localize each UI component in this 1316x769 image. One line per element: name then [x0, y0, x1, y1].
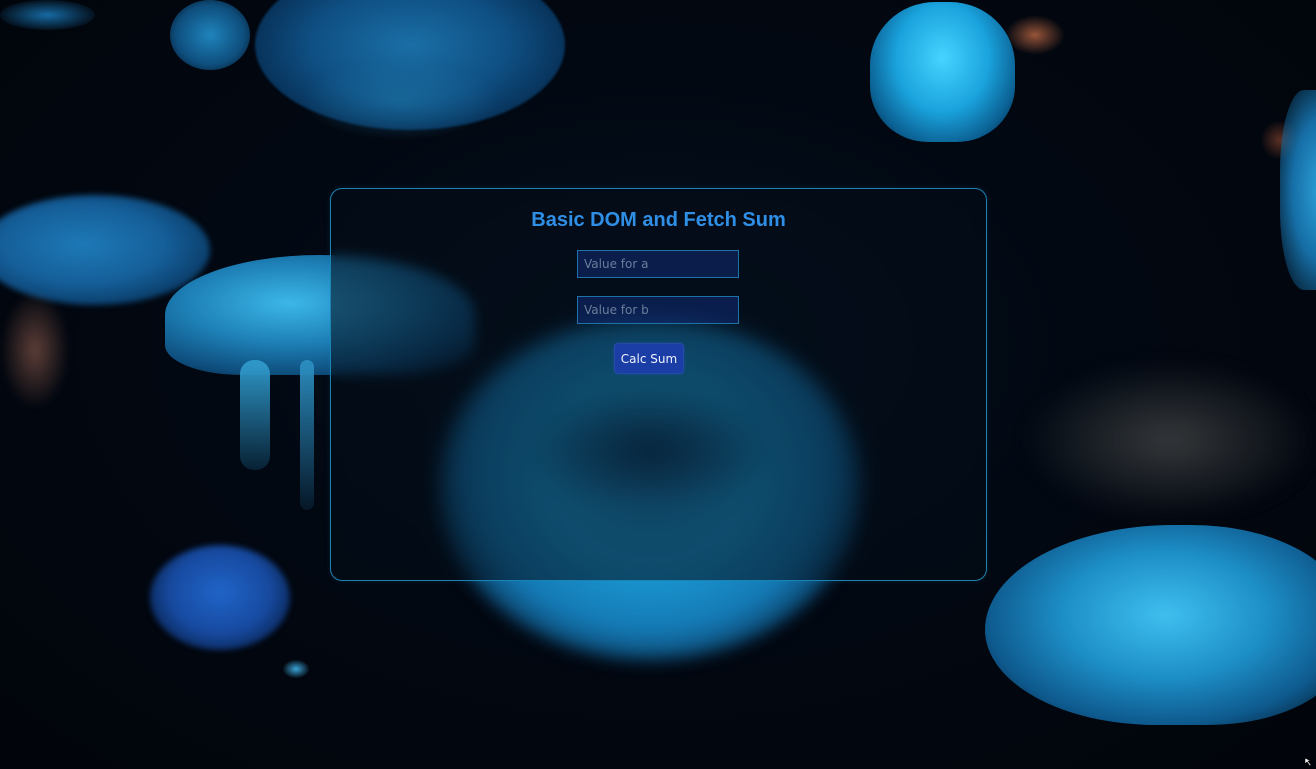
jellyfish-shape: [150, 545, 290, 650]
resize-cursor-icon: [1304, 757, 1312, 767]
calc-sum-button[interactable]: Calc Sum: [614, 343, 684, 374]
value-b-input[interactable]: [577, 296, 739, 324]
sum-form-card: Basic DOM and Fetch Sum Calc Sum: [330, 188, 987, 581]
jellyfish-shape: [0, 195, 210, 305]
jellyfish-shape: [870, 2, 1015, 142]
background-light: [0, 290, 70, 410]
jellyfish-shape: [283, 660, 309, 678]
jellyfish-tentacle: [240, 360, 270, 470]
background-light: [1005, 15, 1065, 55]
background-light: [1020, 360, 1316, 520]
jellyfish-shape: [0, 0, 95, 30]
jellyfish-shape: [1280, 90, 1316, 290]
jellyfish-shape: [170, 0, 250, 70]
jellyfish-shape: [300, 60, 500, 140]
jellyfish-shape: [985, 525, 1316, 725]
value-a-input[interactable]: [577, 250, 739, 278]
page-background: Basic DOM and Fetch Sum Calc Sum: [0, 0, 1316, 769]
page-title: Basic DOM and Fetch Sum: [531, 209, 786, 231]
jellyfish-tentacle: [300, 360, 314, 510]
